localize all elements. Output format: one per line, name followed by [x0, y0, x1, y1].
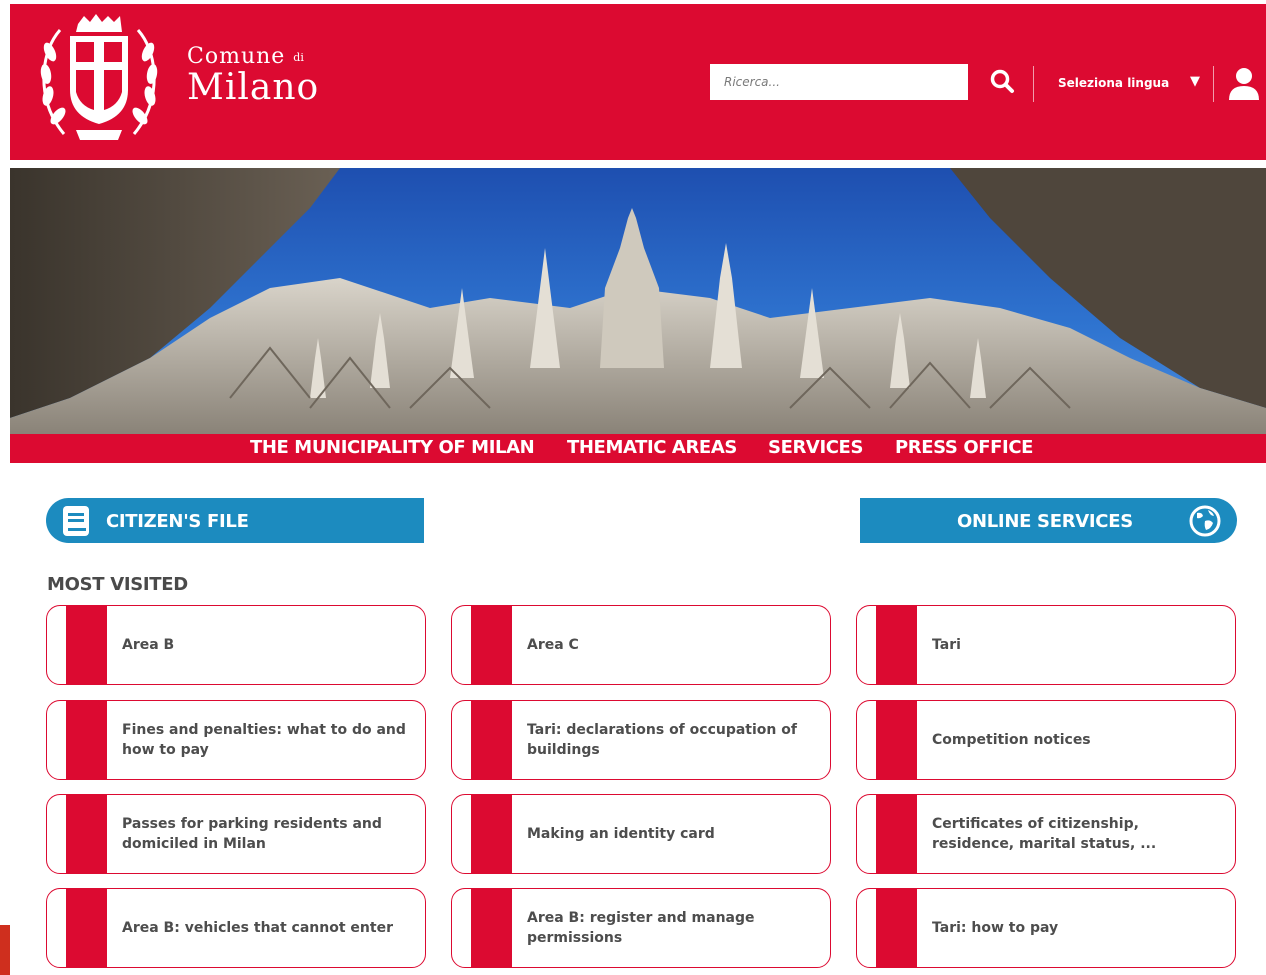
card-identity-card[interactable]: Making an identity card: [451, 794, 831, 874]
site-header: Comune di Milano Seleziona lingua ▼: [10, 4, 1266, 160]
card-accent-bar: [471, 889, 512, 967]
search-button[interactable]: [984, 64, 1020, 100]
card-label: Certificates of citizenship, residence, …: [932, 816, 1157, 852]
card-accent-bar: [66, 889, 107, 967]
search-icon: [990, 69, 1014, 93]
card-tari-declarations[interactable]: Tari: declarations of occupation of buil…: [451, 700, 831, 780]
card-competition-notices[interactable]: Competition notices: [856, 700, 1236, 780]
user-icon: [1229, 68, 1259, 100]
card-accent-bar: [876, 795, 917, 873]
logo-line1-small: di: [293, 51, 304, 64]
card-accent-bar: [66, 701, 107, 779]
card-label: Area C: [527, 637, 579, 653]
card-area-c[interactable]: Area C: [451, 605, 831, 685]
card-label: Tari: [932, 637, 961, 653]
logo-line1: Comune: [187, 44, 286, 69]
card-accent-bar: [66, 606, 107, 684]
card-tari-how-to-pay[interactable]: Tari: how to pay: [856, 888, 1236, 968]
user-account-button[interactable]: [1224, 64, 1264, 104]
card-label: Area B: vehicles that cannot enter: [122, 920, 393, 936]
search-input[interactable]: [710, 64, 968, 100]
card-accent-bar: [66, 795, 107, 873]
logo-line2: Milano: [187, 67, 320, 108]
nav-item-municipality[interactable]: THE MUNICIPALITY OF MILAN: [250, 437, 535, 458]
card-area-b-permissions[interactable]: Area B: register and manage permissions: [451, 888, 831, 968]
card-label: Area B: [122, 637, 175, 653]
left-edge-marker: [0, 925, 10, 975]
citizens-file-label: CITIZEN'S FILE: [106, 511, 249, 532]
language-label: Seleziona lingua: [1058, 76, 1170, 90]
nav-item-press-office[interactable]: PRESS OFFICE: [895, 437, 1033, 458]
card-label: Passes for parking residents and domicil…: [122, 816, 382, 852]
page-left-edge: [0, 0, 10, 975]
card-label: Competition notices: [932, 732, 1091, 748]
hero-image: [10, 168, 1266, 434]
header-divider: [1213, 66, 1214, 102]
card-fines-penalties[interactable]: Fines and penalties: what to do and how …: [46, 700, 426, 780]
coat-of-arms-icon[interactable]: [34, 12, 164, 144]
card-label: Area B: register and manage permissions: [527, 910, 755, 946]
card-label: Tari: declarations of occupation of buil…: [527, 722, 797, 758]
card-accent-bar: [471, 795, 512, 873]
site-logo-text[interactable]: Comune di Milano: [187, 44, 320, 108]
card-accent-bar: [876, 701, 917, 779]
nav-item-thematic-areas[interactable]: THEMATIC AREAS: [567, 437, 737, 458]
card-label: Making an identity card: [527, 826, 715, 842]
card-accent-bar: [471, 701, 512, 779]
card-area-b[interactable]: Area B: [46, 605, 426, 685]
card-area-b-vehicles[interactable]: Area B: vehicles that cannot enter: [46, 888, 426, 968]
online-services-button[interactable]: ONLINE SERVICES: [860, 498, 1237, 543]
caret-down-icon: ▼: [1190, 74, 1200, 89]
citizens-file-button[interactable]: CITIZEN'S FILE: [46, 498, 424, 543]
card-accent-bar: [876, 889, 917, 967]
book-icon: [63, 506, 89, 536]
header-separator: [10, 160, 1266, 168]
language-selector[interactable]: Seleziona lingua ▼: [1050, 74, 1200, 94]
header-divider: [1033, 66, 1034, 102]
card-certificates[interactable]: Certificates of citizenship, residence, …: [856, 794, 1236, 874]
main-navigation: THE MUNICIPALITY OF MILAN THEMATIC AREAS…: [10, 434, 1266, 463]
online-services-label: ONLINE SERVICES: [957, 511, 1133, 532]
card-label: Fines and penalties: what to do and how …: [122, 722, 406, 758]
card-tari[interactable]: Tari: [856, 605, 1236, 685]
card-label: Tari: how to pay: [932, 920, 1059, 936]
card-parking-passes[interactable]: Passes for parking residents and domicil…: [46, 794, 426, 874]
card-accent-bar: [471, 606, 512, 684]
globe-icon: [1189, 505, 1221, 537]
most-visited-title: MOST VISITED: [47, 574, 188, 595]
nav-item-services[interactable]: SERVICES: [768, 437, 863, 458]
card-accent-bar: [876, 606, 917, 684]
